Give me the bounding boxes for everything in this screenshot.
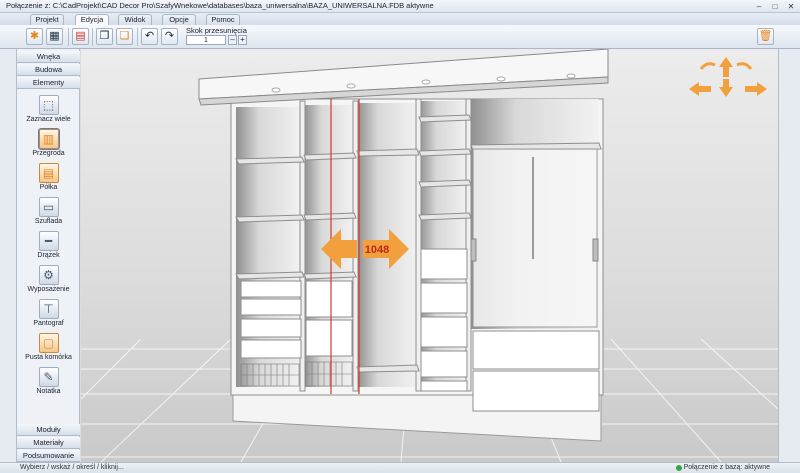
menu-bar: Projekt Edycja Widok Opcje Pomoc <box>0 13 800 25</box>
multi-select-icon: ⬚ <box>38 95 59 115</box>
redo-icon: ↷ <box>164 30 175 42</box>
drawers-right <box>472 330 600 412</box>
toolbar-separator <box>92 28 93 46</box>
left-strip <box>0 49 16 462</box>
wardrobe-scene: 1048 <box>81 49 778 462</box>
sidebar-header-budowa[interactable]: Budowa <box>17 64 80 76</box>
door-handle-right <box>592 238 599 262</box>
title-bar: Połączenie z: C:\CadProjekt\CAD Decor Pr… <box>0 0 800 13</box>
minimize-button[interactable]: – <box>754 2 764 11</box>
tool-notatka[interactable]: ✎ Notatka <box>17 367 80 395</box>
skok-input[interactable]: 1 <box>186 35 226 45</box>
tool-polka[interactable]: ▤ Półka <box>17 163 80 191</box>
skok-decrement-button[interactable]: – <box>228 35 237 45</box>
drawer-icon: ▭ <box>38 197 59 217</box>
sidebar-header-wneka[interactable]: Wnęka <box>17 51 80 63</box>
trash-button[interactable]: 🗑 <box>757 28 774 45</box>
maximize-button[interactable]: □ <box>770 2 780 11</box>
cursor-icon: ✱ <box>29 30 40 42</box>
tool-drazek[interactable]: ━ Drążek <box>17 231 80 259</box>
paste-icon: ❏ <box>119 30 130 42</box>
equipment-icon: ⚙ <box>38 265 59 285</box>
copy-icon: ❐ <box>99 30 110 42</box>
status-bar: Wybierz / wskaż / określ / kliknij... Po… <box>0 462 800 473</box>
sliding-door <box>472 148 598 328</box>
undo-icon: ↶ <box>144 30 155 42</box>
copy-button[interactable]: ❐ <box>96 28 113 45</box>
tool-pantograf[interactable]: ⊤ Pantograf <box>17 299 80 327</box>
tab-opcje[interactable]: Opcje <box>162 14 196 25</box>
tool-wyposazenie[interactable]: ⚙ Wyposażenie <box>17 265 80 293</box>
empty-cell-icon: ▢ <box>38 333 59 353</box>
delete-icon: ▤ <box>75 30 86 42</box>
tool-przegroda[interactable]: ▥ Przegroda <box>17 128 80 157</box>
door-handle-left <box>470 238 477 262</box>
sidebar-header-moduly[interactable]: Moduły <box>17 424 80 436</box>
trash-icon: 🗑 <box>758 30 773 42</box>
grid-button[interactable]: ▦ <box>46 28 63 45</box>
window-controls: – □ ✕ <box>754 2 796 11</box>
redo-button[interactable]: ↷ <box>161 28 178 45</box>
toolbar: ✱ ▦ ▤ ❐ ❏ ↶ ↷ 🗑 <box>0 25 800 49</box>
sidebar-header-materialy[interactable]: Materiały <box>17 437 80 449</box>
dimension-label: 1048 <box>365 244 389 256</box>
toolbar-separator <box>68 28 69 46</box>
select-tool-button[interactable]: ✱ <box>26 28 43 45</box>
sidebar-header-elementy[interactable]: Elementy <box>17 77 80 89</box>
pantograph-icon: ⊤ <box>38 299 59 319</box>
drawers-middle <box>420 248 468 392</box>
tool-pusta-komorka[interactable]: ▢ Pusta komórka <box>17 333 80 361</box>
drawers-left <box>240 280 353 359</box>
delete-button[interactable]: ▤ <box>72 28 89 45</box>
tab-projekt[interactable]: Projekt <box>30 14 64 25</box>
sidebar-header-podsumowanie[interactable]: Podsumowanie <box>17 450 80 462</box>
skok-increment-button[interactable]: + <box>238 35 247 45</box>
tab-edycja[interactable]: Edycja <box>75 14 109 25</box>
note-icon: ✎ <box>38 367 59 387</box>
partition-icon: ▥ <box>37 128 60 150</box>
tab-pomoc[interactable]: Pomoc <box>206 14 240 25</box>
status-hint: Wybierz / wskaż / określ / kliknij... <box>20 464 124 471</box>
tab-widok[interactable]: Widok <box>118 14 152 25</box>
undo-button[interactable]: ↶ <box>141 28 158 45</box>
shelf-icon: ▤ <box>38 163 59 183</box>
window-title: Połączenie z: C:\CadProjekt\CAD Decor Pr… <box>6 1 434 10</box>
tool-zaznacz-wiele[interactable]: ⬚ Zaznacz wiele <box>17 95 80 123</box>
sidebar: Wnęka Budowa Elementy ⬚ Zaznacz wiele ▥ … <box>16 49 80 462</box>
toolbar-separator <box>137 28 138 46</box>
skok-label: Skok przesunięcia <box>186 26 247 35</box>
close-button[interactable]: ✕ <box>786 2 796 11</box>
connection-status-icon <box>676 465 682 471</box>
paste-button[interactable]: ❏ <box>116 28 133 45</box>
grid-icon: ▦ <box>49 30 60 42</box>
rod-icon: ━ <box>38 231 59 251</box>
right-strip <box>778 49 800 462</box>
3d-viewport[interactable]: 1048 <box>81 49 778 462</box>
tool-szuflada[interactable]: ▭ Szuflada <box>17 197 80 225</box>
connection-status: Połączenie z bazą: aktywne <box>683 464 770 471</box>
